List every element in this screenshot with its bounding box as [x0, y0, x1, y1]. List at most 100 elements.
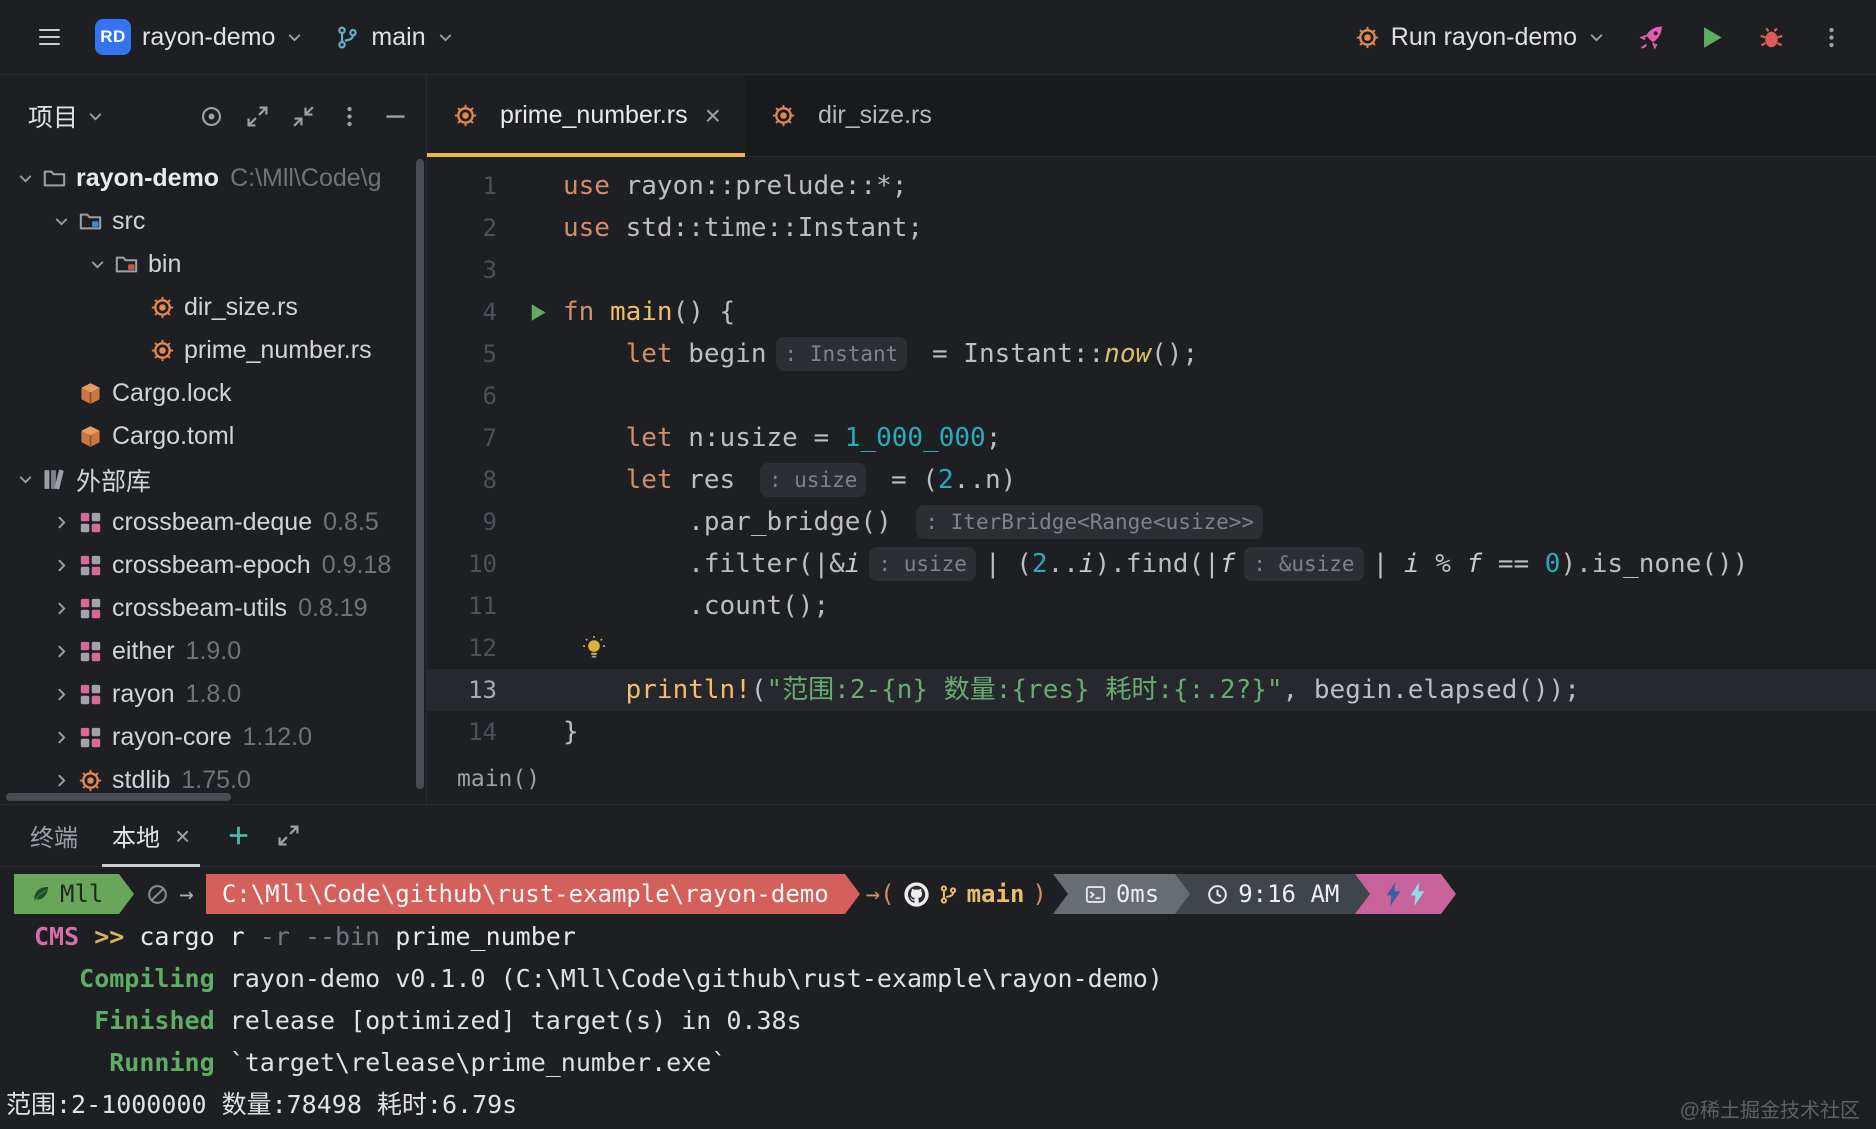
terminal-tab-local[interactable]: 本地 ×	[94, 805, 208, 867]
main-menu-button[interactable]	[22, 10, 76, 64]
tree-item-prime-number.rs[interactable]: prime_number.rs	[0, 329, 426, 372]
chevron-right-icon[interactable]	[46, 600, 76, 617]
code-line-12[interactable]: 12	[427, 627, 1876, 669]
more-actions-button[interactable]	[1804, 10, 1858, 64]
breadcrumb-item[interactable]: main()	[457, 766, 540, 792]
chevron-right-icon[interactable]	[46, 643, 76, 660]
code-line-11[interactable]: 11 .count();	[427, 585, 1876, 627]
tree-item-label: rayon-core	[112, 723, 232, 751]
hide-panel-button[interactable]	[372, 93, 418, 139]
code-line-4[interactable]: 4 fn main() {	[427, 291, 1876, 333]
tree-item-cargo.toml[interactable]: Cargo.toml	[0, 415, 426, 458]
powerline-arrow	[1355, 874, 1371, 914]
tree-item-rayon-core[interactable]: rayon-core 1.12.0	[0, 716, 426, 759]
chevron-down-icon[interactable]	[82, 256, 112, 273]
tree-item-cargo.lock[interactable]: Cargo.lock	[0, 372, 426, 415]
tree-item-crossbeam-deque[interactable]: crossbeam-deque 0.8.5	[0, 501, 426, 544]
gutter-slot	[511, 375, 563, 417]
new-terminal-button[interactable]	[214, 812, 262, 860]
tree-item-crossbeam-utils[interactable]: crossbeam-utils 0.8.19	[0, 587, 426, 630]
bolt-icon	[1410, 882, 1425, 906]
code-line-13[interactable]: 13 println!("范围:2-{n} 数量:{res} 耗时:{:.2?}…	[427, 669, 1876, 711]
project-widget[interactable]: RD rayon-demo	[82, 10, 316, 64]
chevron-right-icon[interactable]	[46, 514, 76, 531]
code-line-9[interactable]: 9 .par_bridge() : IterBridge<Range<usize…	[427, 501, 1876, 543]
prompt-duration: 0ms	[1115, 880, 1160, 908]
terminal-token: 范围:2-1000000 数量:78498 耗时:6.79s	[6, 1090, 518, 1119]
chevron-right-icon[interactable]	[46, 686, 76, 703]
code-line-2[interactable]: 2 use std::time::Instant;	[427, 207, 1876, 249]
maximize-terminal-button[interactable]	[264, 812, 312, 860]
powerline-arrow	[844, 874, 860, 914]
line-number: 8	[482, 466, 497, 494]
run-config-widget[interactable]: Run rayon-demo	[1342, 14, 1618, 61]
terminal-panel-title[interactable]: 终端	[14, 805, 94, 866]
terminal-line: Compiling rayon-demo v0.1.0 (C:\Mll\Code…	[0, 958, 1876, 1000]
project-view-selector[interactable]: 项目	[18, 90, 114, 142]
profiler-button[interactable]	[1624, 10, 1678, 64]
rust-crab-icon	[1355, 25, 1380, 50]
prompt-user-segment: Mll	[14, 874, 120, 914]
tree-item-suffix: 0.9.18	[321, 551, 392, 579]
panel-options-button[interactable]	[326, 93, 372, 139]
bolt-icon	[1386, 882, 1401, 906]
chevron-down-icon[interactable]	[10, 170, 40, 187]
chevron-down-icon[interactable]	[46, 213, 76, 230]
debug-button[interactable]	[1744, 10, 1798, 64]
run-button[interactable]	[1684, 10, 1738, 64]
terminal-output[interactable]: Mll → C:\Mll\Code\github\rust-example\rayo…	[0, 867, 1876, 1129]
rust-file-icon	[453, 103, 478, 128]
code-line-10[interactable]: 10 .filter(|& i: usize | (2.. i).find(| f: &…	[427, 543, 1876, 585]
terminal-lines: CMS >> cargo r -r --bin prime_number Com…	[0, 916, 1876, 1126]
package-icon	[78, 682, 103, 707]
rust-file-icon	[771, 103, 796, 128]
tree-item-bin[interactable]: bin	[0, 243, 426, 286]
shell-window-icon	[1084, 883, 1107, 906]
chevron-right-icon[interactable]	[46, 729, 76, 746]
tree-item-either[interactable]: either 1.9.0	[0, 630, 426, 673]
code-line-5[interactable]: 5 let begin: Instant = Instant:: now ();	[427, 333, 1876, 375]
tree-item-rayon-demo[interactable]: rayon-demo C:\Mll\Code\g	[0, 157, 426, 200]
chevron-right-icon[interactable]	[46, 557, 76, 574]
code-line-7[interactable]: 7 let n:usize = 1_000_000;	[427, 417, 1876, 459]
tree-item-dir-size.rs[interactable]: dir_size.rs	[0, 286, 426, 329]
run-gutter-icon[interactable]	[526, 301, 549, 324]
project-vertical-scrollbar[interactable]	[416, 159, 424, 789]
watermark: @稀土掘金技术社区	[1679, 1100, 1860, 1122]
gutter-slot	[511, 291, 563, 333]
collapse-all-button[interactable]	[280, 93, 326, 139]
terminal-token: `target\release\prime_number.exe`	[229, 1048, 727, 1077]
close-icon[interactable]: ×	[175, 823, 190, 849]
expand-icon	[245, 104, 270, 129]
terminal-line: 范围:2-1000000 数量:78498 耗时:6.79s	[0, 1084, 1876, 1126]
editor-tab-dir_size.rs[interactable]: dir_size.rs	[745, 75, 956, 156]
code-line-3[interactable]: 3	[427, 249, 1876, 291]
branch-widget[interactable]: main	[322, 14, 466, 61]
chevron-down-icon[interactable]	[10, 471, 40, 488]
expand-all-button[interactable]	[234, 93, 280, 139]
intention-bulb-icon[interactable]	[581, 635, 607, 661]
branch-icon	[938, 884, 959, 905]
project-horizontal-scrollbar[interactable]	[6, 793, 231, 801]
terminal-prompt: Mll → C:\Mll\Code\github\rust-example\rayo…	[14, 872, 1876, 916]
code-line-1[interactable]: 1 use rayon::prelude::*;	[427, 165, 1876, 207]
tree-item-src[interactable]: src	[0, 200, 426, 243]
code-editor[interactable]: 1 use rayon::prelude::*; 2 use std::time::I…	[427, 157, 1876, 754]
tree-item-crossbeam-epoch[interactable]: crossbeam-epoch 0.9.18	[0, 544, 426, 587]
code-line-6[interactable]: 6	[427, 375, 1876, 417]
close-icon[interactable]: ×	[705, 101, 721, 130]
code-line-8[interactable]: 8 let res : usize = (2 ..n)	[427, 459, 1876, 501]
tree-item-rayon[interactable]: rayon 1.8.0	[0, 673, 426, 716]
code-token: : usize	[869, 547, 976, 581]
code-token: std::time::Instant;	[625, 213, 924, 243]
github-icon	[903, 881, 930, 908]
chevron-right-icon[interactable]	[46, 772, 76, 789]
code-line-14[interactable]: 14}	[427, 711, 1876, 753]
code-token: ..	[1047, 549, 1079, 579]
editor-tab-prime_number.rs[interactable]: prime_number.rs ×	[427, 75, 745, 157]
gutter-slot	[511, 627, 563, 669]
tree-item-外部库[interactable]: 外部库	[0, 458, 426, 501]
rust-file-icon	[150, 338, 175, 363]
select-opened-file-button[interactable]	[188, 93, 234, 139]
